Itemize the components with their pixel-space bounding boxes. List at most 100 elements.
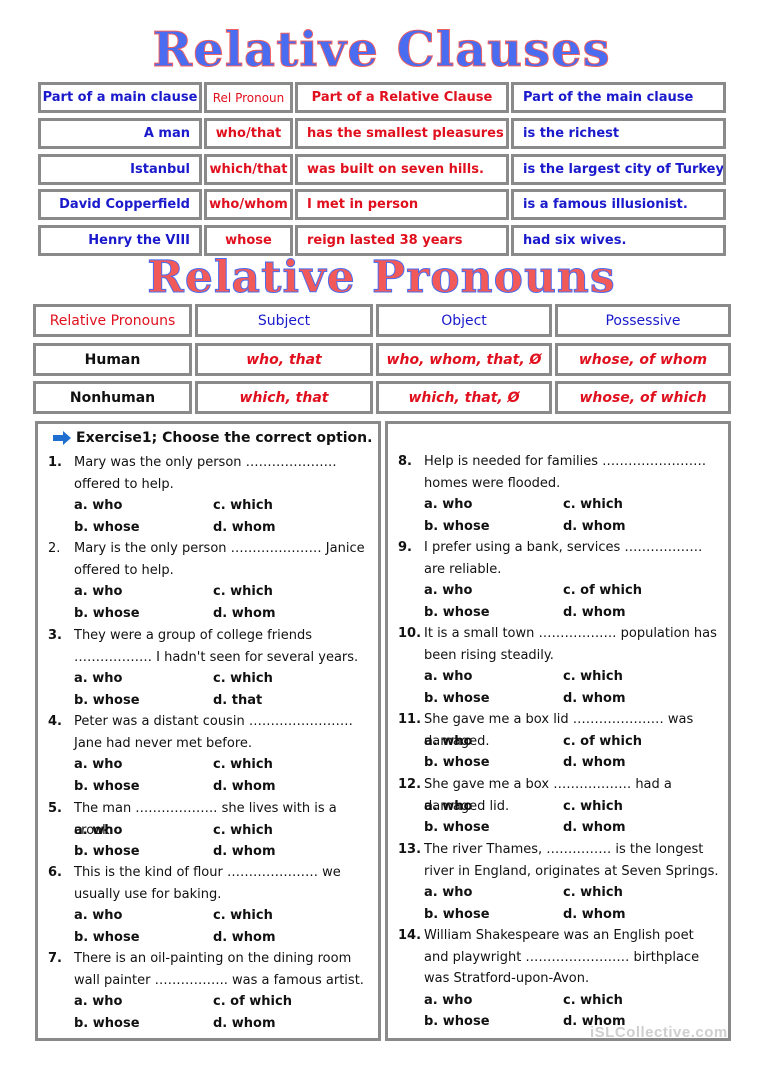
answer-option[interactable]: a. who [74, 994, 122, 1009]
clauses-cell: is the richest [511, 118, 726, 149]
answer-option[interactable]: c. which [563, 669, 623, 684]
answer-option[interactable]: b. whose [424, 755, 490, 770]
question-number: 7. [48, 951, 62, 966]
answer-option[interactable]: b. whose [74, 930, 140, 945]
answer-option[interactable]: c. which [213, 671, 273, 686]
answer-option[interactable]: b. whose [74, 779, 140, 794]
answer-option[interactable]: a. who [424, 734, 472, 749]
answer-option[interactable]: b. whose [424, 1014, 490, 1029]
pronouns-cell: which, that [195, 381, 373, 414]
answer-option[interactable]: d. whom [213, 844, 276, 859]
answer-option[interactable]: a. who [424, 993, 472, 1008]
question-text: It is a small town ……………… population has… [424, 626, 717, 663]
answer-option[interactable]: c. of which [213, 994, 292, 1009]
answer-option[interactable]: b. whose [74, 693, 140, 708]
answer-option[interactable]: c. which [213, 757, 273, 772]
answer-option[interactable]: d. whom [213, 779, 276, 794]
question-text: There is an oil-painting on the dining r… [74, 951, 364, 988]
answer-option[interactable]: a. who [74, 908, 122, 923]
answer-option[interactable]: a. who [424, 799, 472, 814]
answer-option[interactable]: c. of which [563, 734, 642, 749]
pronouns-header-object: Object [376, 304, 552, 337]
arrow-right-icon [53, 431, 71, 445]
answer-option[interactable]: d. that [213, 693, 262, 708]
clauses-cell: David Copperfield [38, 189, 202, 220]
question-number: 2. [48, 541, 61, 556]
title-relative-pronouns: Relative Pronouns [147, 252, 616, 303]
answer-option[interactable]: c. which [213, 498, 273, 513]
pronouns-header-possessive: Possessive [555, 304, 731, 337]
answer-option[interactable]: b. whose [74, 1016, 140, 1031]
answer-option[interactable]: a. who [74, 498, 122, 513]
answer-option[interactable]: c. which [563, 497, 623, 512]
answer-option[interactable]: b. whose [74, 520, 140, 535]
answer-option[interactable]: a. who [424, 669, 472, 684]
answer-option[interactable]: c. of which [563, 583, 642, 598]
question-text: Mary was the only person ………………… offered… [74, 455, 337, 492]
clauses-cell: was built on seven hills. [295, 154, 509, 185]
answer-option[interactable]: b. whose [74, 606, 140, 621]
question-text: The river Thames, …………… is the longest r… [424, 842, 719, 879]
pronouns-cell: who, that [195, 343, 373, 376]
question-number: 4. [48, 714, 62, 729]
answer-option[interactable]: d. whom [213, 606, 276, 621]
answer-option[interactable]: b. whose [424, 519, 490, 534]
clauses-cell: Istanbul [38, 154, 202, 185]
question-number: 9. [398, 540, 412, 555]
title-relative-clauses: Relative Clauses [152, 22, 611, 79]
question-text: I prefer using a bank, services ……………… a… [424, 540, 703, 577]
answer-option[interactable]: c. which [213, 823, 273, 838]
clauses-cell: A man [38, 118, 202, 149]
question-text: Help is needed for families …………………… hom… [424, 454, 707, 491]
pronouns-cell: who, whom, that, Ø [376, 343, 552, 376]
answer-option[interactable]: d. whom [563, 755, 626, 770]
question-text: William Shakespeare was an English poet … [424, 928, 700, 986]
question-text: Peter was a distant cousin …………………… Jane… [74, 714, 353, 751]
clauses-cell: has the smallest pleasures [295, 118, 509, 149]
question-number: 12. [398, 777, 422, 792]
question-text: This is the kind of flour ………………… we usu… [74, 865, 341, 902]
exercise-box-left: Exercise1; Choose the correct option. 1.… [35, 421, 381, 1041]
answer-option[interactable]: b. whose [74, 844, 140, 859]
answer-option[interactable]: c. which [213, 908, 273, 923]
exercise-heading: Exercise1; Choose the correct option. [52, 430, 372, 446]
answer-option[interactable]: d. whom [563, 907, 626, 922]
clauses-cell: who/that [204, 118, 293, 149]
question-number: 1. [48, 455, 62, 470]
exercise-box-right: 8. Help is needed for families …………………… h… [385, 421, 731, 1041]
answer-option[interactable]: d. whom [563, 519, 626, 534]
answer-option[interactable]: b. whose [424, 907, 490, 922]
answer-option[interactable]: a. who [74, 757, 122, 772]
exercise-heading-text: Exercise1; Choose the correct option. [76, 430, 373, 446]
answer-option[interactable]: c. which [563, 799, 623, 814]
answer-option[interactable]: a. who [74, 584, 122, 599]
question-number: 6. [48, 865, 62, 880]
answer-option[interactable]: d. whom [563, 820, 626, 835]
answer-option[interactable]: d. whom [213, 1016, 276, 1031]
answer-option[interactable]: d. whom [213, 930, 276, 945]
pronouns-header-label: Relative Pronouns [33, 304, 192, 337]
answer-option[interactable]: a. who [424, 885, 472, 900]
answer-option[interactable]: a. who [424, 583, 472, 598]
answer-option[interactable]: d. whom [563, 691, 626, 706]
pronouns-cell: whose, of which [555, 381, 731, 414]
watermark: iSLCollective.com [590, 1024, 728, 1041]
answer-option[interactable]: d. whom [563, 605, 626, 620]
answer-option[interactable]: b. whose [424, 820, 490, 835]
answer-option[interactable]: c. which [563, 993, 623, 1008]
answer-option[interactable]: a. who [424, 497, 472, 512]
answer-option[interactable]: a. who [74, 823, 122, 838]
clauses-cell: who/whom [204, 189, 293, 220]
answer-option[interactable]: c. which [563, 885, 623, 900]
answer-option[interactable]: a. who [74, 671, 122, 686]
question-number: 10. [398, 626, 422, 641]
clauses-header-pronoun: Rel Pronoun [204, 82, 293, 113]
answer-option[interactable]: d. whom [213, 520, 276, 535]
answer-option[interactable]: c. which [213, 584, 273, 599]
question-number: 14. [398, 928, 422, 943]
answer-option[interactable]: b. whose [424, 605, 490, 620]
answer-option[interactable]: b. whose [424, 691, 490, 706]
pronouns-cell: which, that, Ø [376, 381, 552, 414]
pronouns-cell: whose, of whom [555, 343, 731, 376]
question-number: 8. [398, 454, 412, 469]
